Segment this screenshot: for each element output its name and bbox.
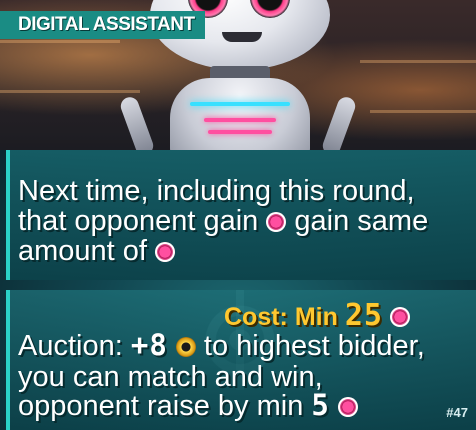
effect-line-3-text: amount of: [18, 235, 147, 267]
pink-gem-token-icon: [337, 397, 358, 417]
effect-line-3: amount of: [18, 235, 176, 267]
gold-coin-icon: [175, 337, 196, 357]
auction-panel: Cost: Min 25 Auction: +8 to highest bidd…: [6, 290, 476, 430]
card-title: DIGITAL ASSISTANT: [18, 14, 195, 35]
effect-panel: Next time, including this round, that op…: [6, 150, 476, 280]
cost-label-text: Cost: Min: [224, 303, 338, 331]
auction-label: Auction:: [18, 330, 123, 362]
effect-line-2-a: that opponent gain: [18, 205, 259, 237]
raise-value: 5: [311, 388, 330, 422]
card-title-banner: DIGITAL ASSISTANT: [0, 11, 205, 39]
auction-line-1: Auction: +8 to highest bidder,: [18, 330, 425, 361]
effect-line-2: that opponent gain gain same: [18, 206, 428, 236]
robot-body: [170, 78, 310, 150]
cost-label: Cost: Min 25: [224, 298, 410, 333]
auction-line-3-text: opponent raise by min: [18, 390, 304, 422]
auction-line-3: opponent raise by min 5: [18, 390, 358, 421]
game-card[interactable]: DIGITAL ASSISTANT Next time, including t…: [0, 0, 476, 430]
pink-gem-token-icon: [266, 212, 287, 232]
auction-label-b: to highest bidder,: [203, 330, 425, 362]
robot-mouth: [222, 32, 262, 42]
cost-value: 25: [344, 298, 383, 333]
pink-gem-token-icon: [155, 242, 176, 262]
effect-line-2-b: gain same: [294, 205, 429, 237]
auction-value: +8: [130, 328, 168, 362]
pink-gem-token-icon: [389, 307, 410, 327]
robot-arm-left: [118, 94, 156, 150]
robot-eye-right: [250, 0, 290, 18]
auction-line-2: you can match and win,: [18, 361, 323, 393]
effect-line-1: Next time, including this round,: [18, 175, 415, 207]
card-number: #47: [446, 405, 468, 420]
robot-arm-right: [320, 94, 358, 150]
